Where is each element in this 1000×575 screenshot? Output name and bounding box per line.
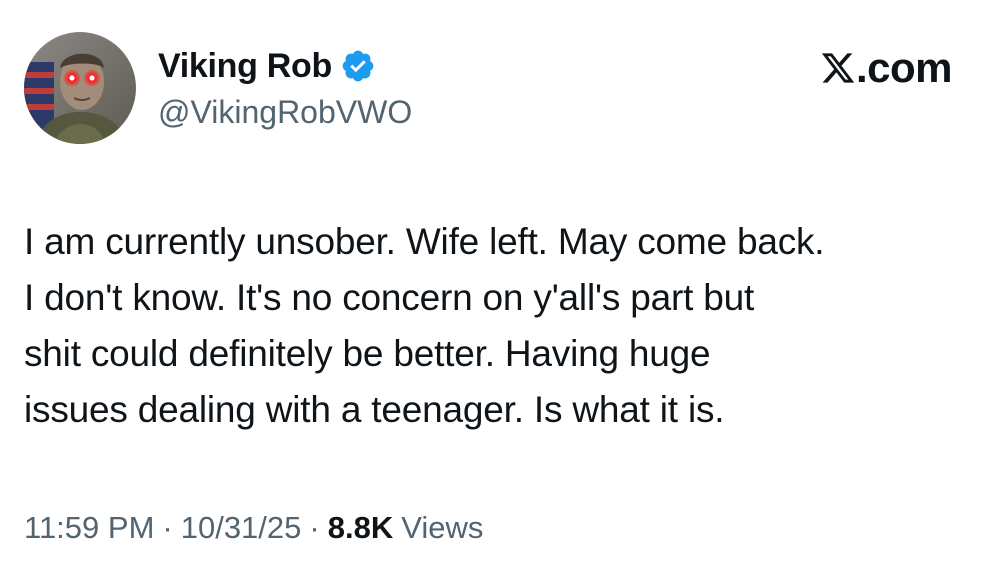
- tweet-text: I am currently unsober. Wife left. May c…: [24, 221, 825, 430]
- author-name-row: Viking Rob: [158, 44, 376, 88]
- avatar[interactable]: [24, 32, 136, 144]
- tweet-time[interactable]: 11:59 PM: [24, 510, 154, 546]
- x-logo-icon: [820, 50, 856, 86]
- meta-separator: ·: [309, 510, 320, 545]
- views-count[interactable]: 8.8K: [328, 510, 393, 546]
- tweet-card: Viking Rob @VikingRobVWO .com I am curre…: [0, 0, 1000, 575]
- verified-badge-icon[interactable]: [340, 48, 376, 84]
- brand-logo[interactable]: .com: [820, 44, 953, 91]
- tweet-meta: 11:59 PM · 10/31/25 · 8.8K Views: [24, 510, 483, 546]
- avatar-image: [24, 32, 136, 144]
- views-label: Views: [401, 510, 484, 545]
- meta-separator: ·: [162, 510, 173, 545]
- tweet-date[interactable]: 10/31/25: [181, 510, 302, 546]
- author-handle[interactable]: @VikingRobVWO: [158, 94, 412, 131]
- author-display-name[interactable]: Viking Rob: [158, 47, 332, 86]
- brand-suffix: .com: [855, 44, 953, 91]
